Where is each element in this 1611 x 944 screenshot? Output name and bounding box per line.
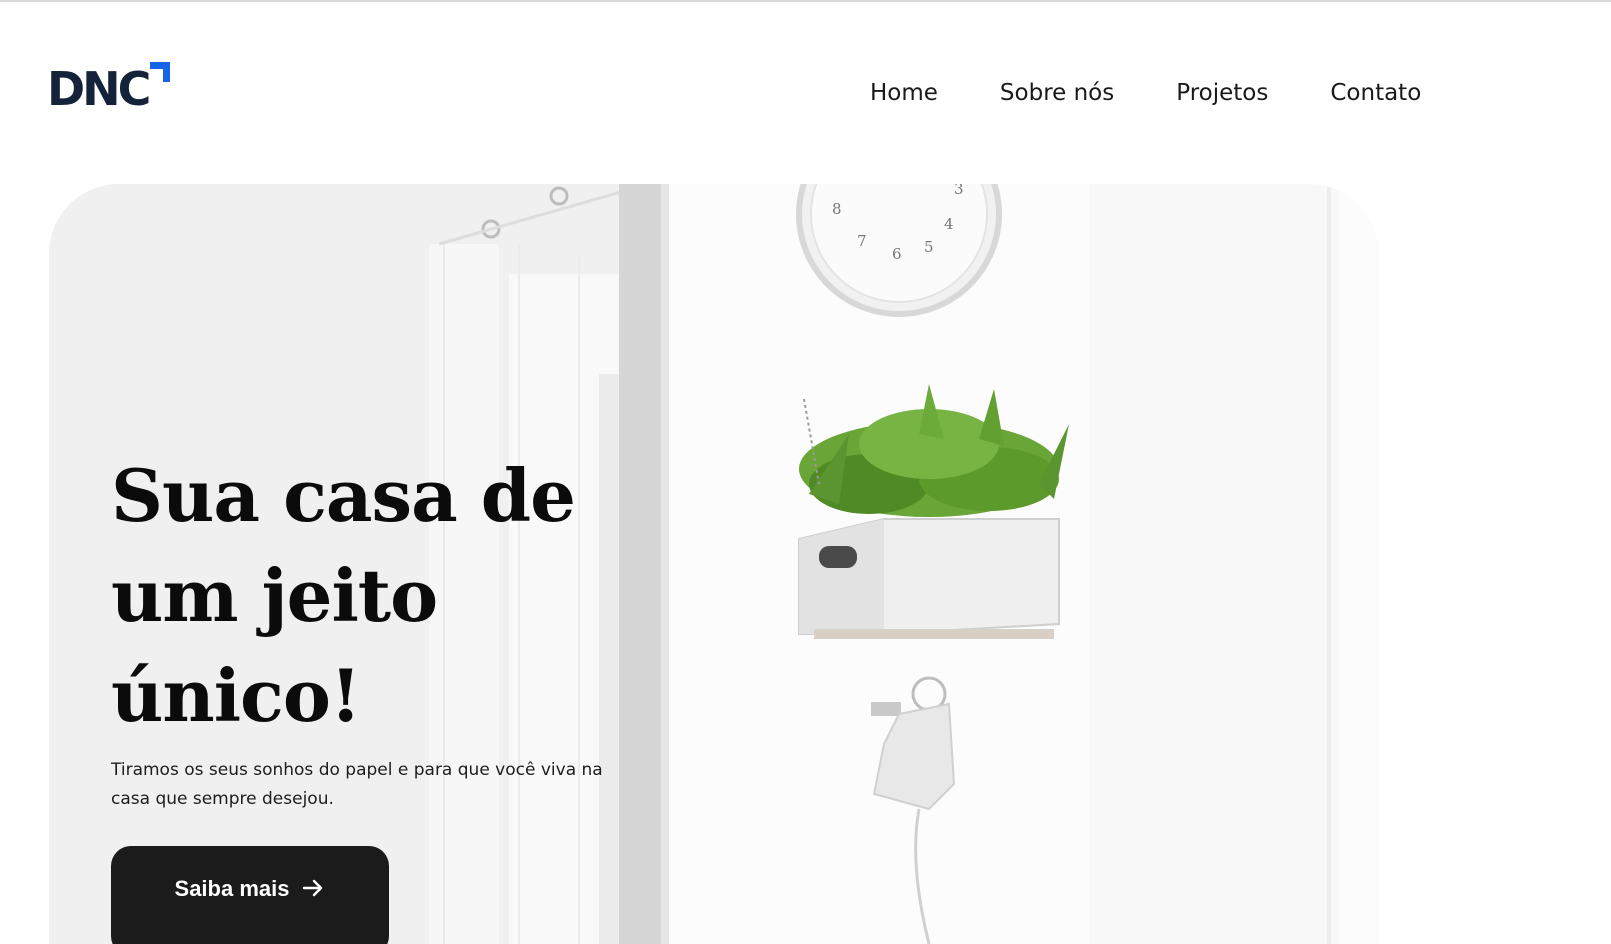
hero-subtitle: Tiramos os seus sonhos do papel e para q… bbox=[111, 760, 603, 809]
nav-projetos[interactable]: Projetos bbox=[1176, 76, 1268, 110]
logo-corner-mark-icon bbox=[150, 62, 170, 82]
clock-numeral: 4 bbox=[944, 215, 954, 233]
logo-text: DNC bbox=[47, 62, 151, 116]
nav-sobre-nos[interactable]: Sobre nós bbox=[1000, 76, 1114, 110]
hero-title: Sua casa de um jeito único! bbox=[111, 446, 671, 746]
clock-numeral: 8 bbox=[832, 200, 842, 218]
main-nav: Home Sobre nós Projetos Contato bbox=[870, 76, 1421, 110]
cta-label: Saiba mais bbox=[174, 876, 290, 901]
hero-title-line: Sua casa de bbox=[111, 453, 576, 538]
logo[interactable]: DNC bbox=[47, 62, 177, 118]
hero-title-line: único! bbox=[111, 653, 362, 738]
top-border bbox=[0, 0, 1611, 2]
hero-title-line: um jeito bbox=[111, 553, 438, 638]
hero-section: 8 7 6 5 4 3 Sua casa de um jeito único! … bbox=[49, 184, 1379, 944]
clock-numeral: 5 bbox=[924, 238, 934, 256]
clock-numeral: 7 bbox=[857, 232, 867, 250]
clock-numeral: 6 bbox=[892, 245, 902, 263]
saiba-mais-button[interactable]: Saiba mais bbox=[111, 846, 389, 944]
arrow-right-icon bbox=[303, 879, 323, 897]
nav-contato[interactable]: Contato bbox=[1330, 76, 1421, 110]
clock-numeral: 3 bbox=[954, 184, 964, 198]
nav-home[interactable]: Home bbox=[870, 76, 938, 110]
